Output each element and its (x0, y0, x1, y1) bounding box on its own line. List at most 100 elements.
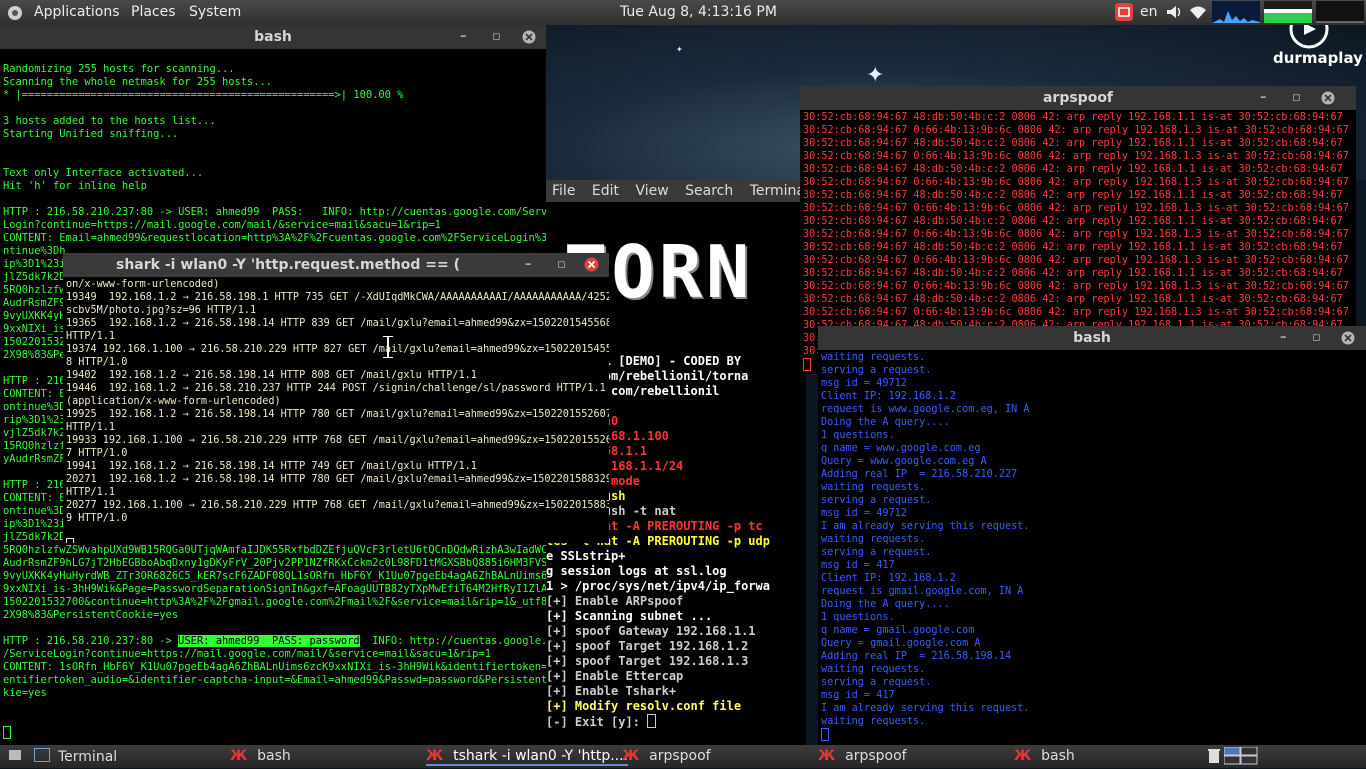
terminal-line: Randomizing 255 hosts for scanning... (3, 63, 235, 75)
taskbar-item-bash-2[interactable]: Жbash (1014, 748, 1075, 764)
workspace-switcher[interactable] (1223, 746, 1258, 769)
terminal-line: waiting requests. (821, 664, 926, 675)
show-desktop-icon[interactable] (8, 748, 22, 766)
terminal-line: HTTP/1.1 (66, 422, 116, 433)
taskbar: Terminal Жbash Жtshark -i wlan0 -Y 'http… (0, 745, 1366, 768)
terminal-line: msg id = 417 (821, 560, 895, 571)
terminal-line: Client IP: 192.168.1.2 (821, 573, 956, 584)
terminal-line: Hit 'h' for inline help (3, 180, 147, 192)
menu-edit[interactable]: Edit (592, 183, 619, 199)
minimize-icon[interactable]: – (1280, 326, 1287, 350)
watermark-logo: durmaplay (1273, 49, 1363, 67)
terminal-line: 19349 192.168.1.2 → 216.58.198.1 HTTP 73… (66, 292, 609, 303)
terminal-line: [+] spoof Target 192.168.1.3 (546, 654, 749, 668)
window-titlebar[interactable]: arpspoof – ▫ (800, 86, 1356, 110)
terminal-line: 30:52:cb:68:94:67 0:66:4b:13:9b:6c 0806 … (803, 229, 1349, 240)
terminal-line: waiting requests. (821, 482, 926, 493)
terminal-line: Doing the A query.... (821, 599, 950, 610)
terminal-line: Scanning the whole netmask for 255 hosts… (3, 76, 272, 88)
taskbar-item-arpspoof[interactable]: Жarpspoof (622, 748, 711, 764)
taskbar-item-label: bash (1041, 748, 1075, 764)
durmaplay-logo-icon (1289, 25, 1329, 49)
terminal-line: AudrRsmZF9hLG7jT2HbEGBboAbqDxny1gDKyFrV_… (3, 557, 546, 569)
maximize-icon[interactable]: ▫ (557, 253, 566, 277)
wifi-icon[interactable] (1188, 2, 1208, 26)
terminal-line: 1 questions. (821, 612, 895, 623)
credentials-highlight: USER: ahmed99 PASS: password (178, 635, 360, 647)
terminal-line: 1 questions. (821, 430, 895, 441)
tshark-window[interactable]: shark -i wlan0 -Y 'http.request.method =… (63, 253, 609, 543)
terminal-line: HTTP : 216.58.210.237:80 -> USER: ahmed9… (3, 635, 546, 647)
terminal-line: waiting requests. (821, 534, 926, 545)
network-monitor-graph (1212, 1, 1260, 27)
terminal-line: waiting requests. (821, 352, 926, 363)
minimize-icon[interactable]: – (525, 253, 532, 277)
window-titlebar[interactable]: bash – ▫ (818, 326, 1366, 350)
terminal-output[interactable]: waiting requests. serving a request. msg i… (818, 350, 1366, 745)
taskbar-item-terminal[interactable]: Terminal (34, 748, 117, 765)
volume-icon[interactable] (1164, 2, 1184, 26)
terminal-line: scbv5M/photo.jpg?sz=96 HTTP/1.1 (66, 305, 257, 316)
window-titlebar[interactable]: bash – ▫ (0, 25, 546, 49)
kali-dragon-icon: Ж (622, 748, 640, 764)
terminal-line: 8 HTTP/1.0 (66, 357, 128, 368)
minimize-icon[interactable]: – (460, 25, 467, 49)
taskbar-item-bash[interactable]: Жbash (230, 748, 291, 764)
terminal-line: msg id = 49712 (821, 508, 907, 519)
taskbar-item-arpspoof-2[interactable]: Жarpspoof (818, 748, 907, 764)
terminal-icon (34, 748, 50, 762)
window-title: bash (1073, 330, 1111, 346)
terminal-line: 30:52:cb:68:94:67 0:66:4b:13:9b:6c 0806 … (803, 307, 1349, 318)
terminal-line: e SSLstrip+ (546, 549, 626, 563)
terminal-menubar: File Edit View Search Terminal (546, 180, 806, 202)
terminal-line: /ServiceLogin?continue=https://mail.goog… (3, 648, 491, 660)
terminal-line: Doing the A query.... (821, 417, 950, 428)
taskbar-item-label: bash (257, 748, 291, 764)
terminal-line: request is gmail.google.com, IN A (821, 586, 1024, 597)
window-title: shark -i wlan0 -Y 'http.request.method =… (116, 257, 461, 273)
terminal-cursor (821, 728, 829, 741)
clock[interactable]: Tue Aug 8, 4:13:16 PM (620, 4, 777, 20)
terminal-line: CONTENT: 1sORfn_HbF6Y_K1Uu07pgeEb4agA6Zh… (3, 661, 546, 673)
terminal-line: Text only Interface activated... (3, 167, 204, 179)
menu-terminal[interactable]: Terminal (750, 183, 806, 199)
terminal-line: 30:52:cb:68:94:67 48:db:50:4b:c:2 0806 4… (803, 294, 1343, 305)
terminal-line: 9xxNIXi_is-3hH9Wik&Page=PasswordSeparati… (3, 583, 546, 595)
terminal-output[interactable]: on/x-www-form-urlencoded) 19349 192.168.1… (63, 277, 609, 543)
menu-search[interactable]: Search (685, 183, 733, 199)
minimize-icon[interactable]: – (1260, 86, 1267, 110)
terminal-line: on/x-www-form-urlencoded) (66, 279, 220, 290)
terminal-line: Query = www.google.com.eg A (821, 456, 987, 467)
bash-dns-window[interactable]: bash – ▫ waiting requests. serving a requ… (818, 326, 1366, 745)
terminal-line: waiting requests. (821, 716, 926, 727)
distro-logo-icon[interactable] (6, 4, 24, 26)
maximize-icon[interactable]: ▫ (492, 25, 501, 49)
maximize-icon[interactable]: ▫ (1292, 86, 1301, 110)
applications-menu[interactable]: Applications (34, 4, 120, 20)
terminal-line: Client IP: 192.168.1.2 (821, 391, 956, 402)
menu-view[interactable]: View (635, 183, 668, 199)
terminal-line: 19925 192.168.1.2 → 216.58.198.14 HTTP 7… (66, 409, 609, 420)
terminal-line: serving a request. (821, 547, 932, 558)
terminal-line: g session logs at ssl.log (546, 564, 727, 578)
calendar-app-icon[interactable] (1114, 2, 1134, 26)
menu-file[interactable]: File (552, 183, 575, 199)
terminal-line: HTTP : 216.58.210.237:80 -> USER: ahmed9… (3, 206, 546, 218)
terminal-line: (application/x-www-form-urlencoded) (66, 396, 281, 407)
terminal-line: Adding real IP = 216.58.210.227 (821, 469, 1018, 480)
taskbar-item-tshark[interactable]: Жtshark -i wlan0 -Y 'http.... (426, 748, 629, 766)
terminal-line: [+] Enable Tshark+ (546, 684, 677, 698)
system-menu[interactable]: System (189, 4, 241, 20)
maximize-icon[interactable]: ▫ (1312, 326, 1321, 350)
places-menu[interactable]: Places (131, 4, 176, 20)
keyboard-layout[interactable]: en (1140, 4, 1158, 20)
trash-icon[interactable] (1208, 748, 1220, 768)
terminal-line: 30:52:cb:68:94:67 0:66:4b:13:9b:6c 0806 … (803, 255, 1349, 266)
mouse-pointer-icon (383, 336, 393, 358)
cpu-monitor-graph (1264, 1, 1312, 27)
window-titlebar[interactable]: shark -i wlan0 -Y 'http.request.method =… (63, 253, 609, 277)
